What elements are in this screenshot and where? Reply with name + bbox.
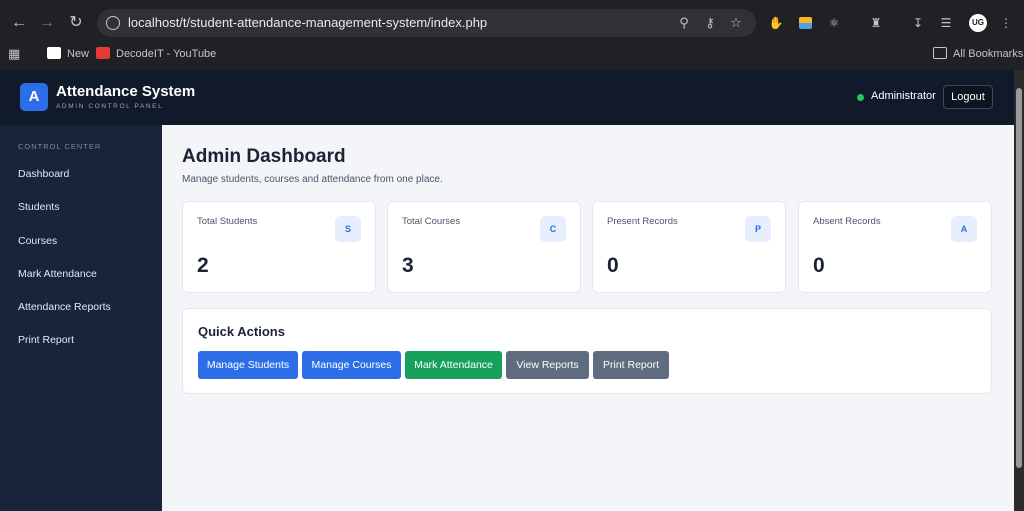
star-icon[interactable]: ☆: [727, 14, 745, 32]
sidebar-item-attendance-reports[interactable]: Attendance Reports: [18, 301, 111, 313]
online-status-dot: [857, 94, 864, 101]
back-arrow-icon[interactable]: ←: [8, 12, 30, 34]
stat-value: 0: [813, 254, 825, 277]
stat-label: Present Records: [607, 216, 678, 227]
youtube-icon: [96, 47, 110, 59]
stat-badge: S: [335, 216, 361, 242]
sidebar-item-mark-attendance[interactable]: Mark Attendance: [18, 268, 97, 280]
bookmark-new[interactable]: New: [47, 45, 89, 63]
manage-students-button[interactable]: Manage Students: [198, 351, 298, 379]
site-info-icon[interactable]: [106, 16, 120, 30]
sidebar-section-title: CONTROL CENTER: [18, 142, 102, 151]
stat-card-total-courses: Total Courses C 3: [387, 201, 581, 293]
page-scrollbar[interactable]: [1014, 70, 1024, 511]
quick-actions-panel: Quick Actions Manage Students Manage Cou…: [182, 308, 992, 394]
stat-value: 2: [197, 254, 209, 277]
hand-stop-extension-icon[interactable]: ✋: [766, 13, 786, 33]
sidebar-item-courses[interactable]: Courses: [18, 235, 57, 247]
all-bookmarks[interactable]: All Bookmarks: [933, 45, 1023, 63]
stat-badge: C: [540, 216, 566, 242]
app-title: Attendance System: [56, 83, 196, 100]
stat-value: 3: [402, 254, 414, 277]
user-label: Administrator: [871, 90, 936, 102]
menu-kebab-icon[interactable]: ⋮: [996, 13, 1016, 33]
profile-avatar[interactable]: UG: [969, 14, 987, 32]
stat-label: Total Courses: [402, 216, 461, 227]
page-title: Admin Dashboard: [182, 146, 346, 167]
address-bar[interactable]: localhost/t/student-attendance-managemen…: [97, 9, 756, 37]
bookmarks-bar: ▦ New DecodeIT - YouTube All Bookmarks: [0, 42, 1024, 66]
print-report-button[interactable]: Print Report: [593, 351, 669, 379]
calendar-extension-icon[interactable]: [795, 13, 815, 33]
manage-courses-button[interactable]: Manage Courses: [302, 351, 401, 379]
apps-grid-icon[interactable]: ▦: [8, 45, 20, 63]
stat-badge: A: [951, 216, 977, 242]
page-viewport: A Attendance System ADMIN CONTROL PANEL …: [0, 70, 1014, 511]
page-subtitle: Manage students, courses and attendance …: [182, 174, 443, 185]
zoom-icon[interactable]: ⚲: [675, 14, 693, 32]
logout-button[interactable]: Logout: [943, 85, 993, 109]
app-header: A Attendance System ADMIN CONTROL PANEL …: [0, 70, 1014, 125]
stat-label: Absent Records: [813, 216, 881, 227]
bookmark-decodeit-youtube[interactable]: DecodeIT - YouTube: [96, 45, 216, 63]
browser-toolbar: ← → ↻ localhost/t/student-attendance-man…: [0, 0, 1024, 46]
uc-icon: [47, 47, 61, 59]
view-reports-button[interactable]: View Reports: [506, 351, 589, 379]
download-icon[interactable]: ↧: [908, 13, 928, 33]
stat-card-present-records: Present Records P 0: [592, 201, 786, 293]
stat-badge: P: [745, 216, 771, 242]
scrollbar-thumb[interactable]: [1016, 88, 1022, 468]
mark-attendance-button[interactable]: Mark Attendance: [405, 351, 502, 379]
media-control-icon[interactable]: ☰: [936, 13, 956, 33]
stat-value: 0: [607, 254, 619, 277]
stat-label: Total Students: [197, 216, 258, 227]
quick-actions-title: Quick Actions: [198, 324, 285, 339]
stat-card-absent-records: Absent Records A 0: [798, 201, 992, 293]
url-text: localhost/t/student-attendance-managemen…: [128, 15, 488, 30]
app-logo: A: [20, 83, 48, 111]
incognito-icon[interactable]: ♜: [866, 13, 886, 33]
sidebar: CONTROL CENTER Dashboard Students Course…: [0, 125, 162, 511]
sidebar-item-print-report[interactable]: Print Report: [18, 334, 74, 346]
stat-card-total-students: Total Students S 2: [182, 201, 376, 293]
reload-icon[interactable]: ↻: [65, 12, 87, 34]
folder-icon: [933, 47, 947, 59]
sidebar-item-dashboard[interactable]: Dashboard: [18, 168, 69, 180]
app-subtitle: ADMIN CONTROL PANEL: [56, 103, 164, 110]
key-icon[interactable]: ⚷: [701, 14, 719, 32]
sidebar-item-students[interactable]: Students: [18, 201, 59, 213]
extensions-puzzle-icon[interactable]: ⚛: [824, 13, 844, 33]
forward-arrow-icon[interactable]: →: [36, 12, 58, 34]
